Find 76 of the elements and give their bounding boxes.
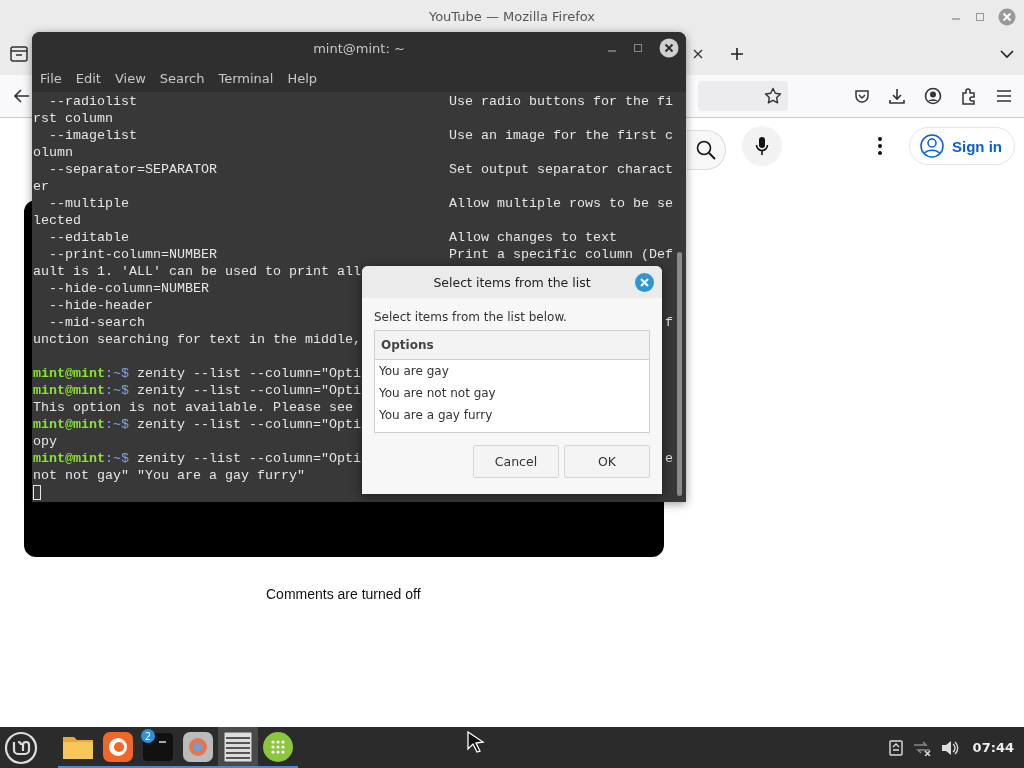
mint-logo-icon[interactable] [4,730,38,765]
terminal-line: er [33,179,49,194]
window-title: mint@mint: ~ [313,40,405,56]
account-icon [920,134,944,158]
maximize-icon[interactable] [633,43,643,53]
star-icon[interactable] [764,87,782,105]
menu-item[interactable]: Search [159,70,213,86]
pocket-icon[interactable] [854,88,870,104]
terminal-line: --print-column=NUMBER [48,247,217,262]
scrollbar-thumb[interactable] [677,252,682,496]
terminal-line: olumn [33,145,73,160]
terminal-line: not not gay" "You are a gay furry" [33,468,305,483]
notification-badge: 2 [141,729,155,743]
back-arrow-icon[interactable] [14,89,30,103]
dialog-message: Select items from the list below. [374,310,568,324]
close-icon[interactable] [692,47,704,60]
microphone-icon [755,136,769,156]
terminal-line: --hide-header [48,298,153,313]
download-icon[interactable] [888,87,906,105]
terminal-line: --editable [48,230,129,245]
account-icon[interactable] [924,87,942,105]
terminal-line: e [665,450,673,467]
tab-list-icon[interactable] [10,45,28,62]
menu-item[interactable]: Help [287,70,326,86]
clock: 07:44 [972,740,1014,755]
microphone-button[interactable] [742,126,782,166]
terminal-line: ault is 1. 'ALL' can be used to print all [33,264,361,279]
terminal-line: mint@mint:~$ zenity --list --column="Opti [33,366,361,381]
document-icon[interactable] [888,739,903,756]
terminal-line: --multiple [48,196,129,211]
list-row[interactable]: You are not not gay [375,382,649,404]
comments-notice: Comments are turned off [266,586,421,602]
terminal-line: --separator=SEPARATOR [48,162,217,177]
menu-item[interactable]: View [114,70,154,86]
menu-item[interactable]: File [40,70,70,86]
terminal-line: unction searching for text in the middle, [33,332,361,347]
menu-item[interactable]: Edit [75,70,109,86]
search-button[interactable] [687,130,726,170]
list-row[interactable]: You are a gay furry [375,404,649,426]
terminal-line: mint@mint:~$ zenity --list --column="Opti [33,417,361,432]
column-header[interactable]: Options [375,331,649,360]
terminal-line: --mid-search [48,315,145,330]
terminal-line: opy [33,434,57,449]
dialog-title: Select items from the list [433,274,591,290]
terminal-line: mint@mint:~$ zenity --list --column="Opti [33,383,361,398]
terminal-line: lected [33,213,81,228]
sign-in-button[interactable]: Sign in [909,127,1015,165]
address-bar[interactable] [698,81,788,111]
terminal-line: Allow changes to text [449,229,617,246]
terminal-line: Set output separator charact [449,161,673,178]
terminal-line: Allow multiple rows to be se [449,195,673,212]
menu-icon[interactable] [996,89,1012,103]
terminal-line: This option is not available. Please see [33,400,353,415]
terminal-line: f [665,314,673,331]
menu-item[interactable]: Terminal [218,70,282,86]
pointer-icon [466,730,486,754]
taskbar-app[interactable] [218,727,258,768]
ok-button[interactable]: OK [564,445,650,478]
terminal-line: rst column [33,111,113,126]
window-title: YouTube — Mozilla Firefox [428,8,596,24]
terminal-line: mint@mint:~$ zenity --list --column="Opti [33,451,361,466]
search-icon[interactable] [696,140,716,160]
network-disconnected-icon[interactable] [912,739,931,756]
plus-icon[interactable] [730,46,744,61]
volume-icon[interactable] [940,739,959,756]
close-icon[interactable] [659,38,679,58]
terminal-line: --imagelist [48,128,137,143]
terminal-line: Print a specific column (Def [449,246,673,263]
cancel-button[interactable]: Cancel [473,445,559,478]
terminal-line: Use radio buttons for the fi [449,93,673,110]
terminal-line: Use an image for the first c [449,127,673,144]
list-row[interactable]: You are gay [375,360,649,382]
terminal-line: --hide-column=NUMBER [48,281,209,296]
terminal-line: --radiolist [48,94,137,109]
chevron-down-icon[interactable] [1000,48,1014,59]
extensions-icon[interactable] [960,87,978,105]
